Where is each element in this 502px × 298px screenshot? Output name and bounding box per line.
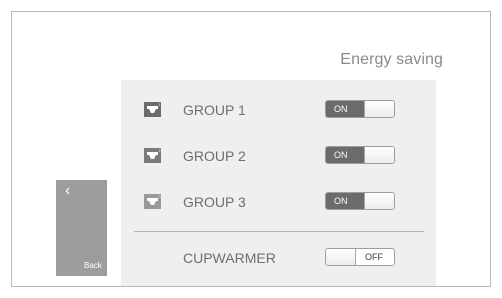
group-number: 1: [159, 103, 161, 107]
toggle-knob: [364, 193, 394, 209]
group-row-1: 1 GROUP 1 ON: [121, 95, 436, 125]
page-title: Energy saving: [340, 51, 443, 68]
cupwarmer-toggle[interactable]: OFF: [325, 248, 395, 266]
group-label: GROUP 1: [183, 102, 246, 118]
toggle-state-label: OFF: [365, 252, 383, 262]
cupwarmer-label: CUPWARMER: [183, 250, 276, 266]
toggle-state-label: ON: [326, 101, 366, 117]
group-number: 2: [159, 149, 161, 153]
group-3-toggle[interactable]: ON: [325, 192, 395, 210]
cupwarmer-row: CUPWARMER OFF: [121, 243, 436, 273]
toggle-knob: [326, 249, 356, 265]
toggle-knob: [364, 101, 394, 117]
group-label: GROUP 2: [183, 148, 246, 164]
cup-dispenser-icon: 2: [144, 148, 161, 163]
back-button[interactable]: ‹ Back: [56, 180, 107, 276]
group-row-3: 3 GROUP 3 ON: [121, 187, 436, 217]
divider: [134, 231, 424, 232]
group-1-toggle[interactable]: ON: [325, 100, 395, 118]
group-2-toggle[interactable]: ON: [325, 146, 395, 164]
toggle-state-label: ON: [326, 147, 366, 163]
group-row-2: 2 GROUP 2 ON: [121, 141, 436, 171]
toggle-state-label: ON: [326, 193, 366, 209]
group-number: 3: [159, 195, 161, 199]
back-label: Back: [84, 261, 102, 270]
chevron-left-icon: ‹: [65, 182, 71, 199]
cup-dispenser-icon: 1: [144, 102, 161, 117]
settings-panel: 1 GROUP 1 ON 2 GROUP 2 ON 3 GROUP 3 ON C…: [121, 80, 436, 286]
group-label: GROUP 3: [183, 194, 246, 210]
cup-dispenser-icon: 3: [144, 194, 161, 209]
toggle-knob: [364, 147, 394, 163]
